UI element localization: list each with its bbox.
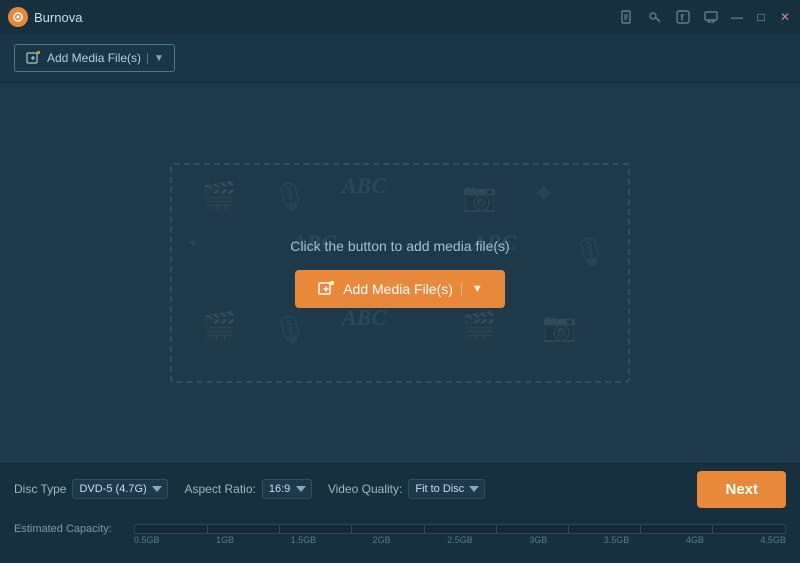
deco-star-1: ✦ (532, 177, 555, 210)
tick-2.5gb: 2.5GB (447, 535, 473, 545)
add-media-center-button[interactable]: Add Media File(s) ▼ (295, 270, 505, 308)
tick-2gb: 2GB (373, 535, 391, 545)
deco-abc-1: ABC (342, 173, 386, 199)
deco-film-3: 🎬 (462, 310, 497, 343)
deco-abc-4: ABC (342, 305, 386, 331)
display-icon[interactable] (702, 8, 720, 26)
video-quality-group: Video Quality: Fit to Disc High Medium L… (328, 479, 486, 499)
deco-star-2: ✦ (187, 235, 199, 252)
svg-text:f: f (681, 13, 685, 23)
dropdown-arrow-center[interactable]: ▼ (461, 283, 483, 295)
disc-type-select[interactable]: DVD-5 (4.7G) DVD-9 (8.5G) BD-25 BD-50 (72, 479, 168, 499)
toolbar: Add Media File(s) ▼ (0, 34, 800, 83)
controls-row: Disc Type DVD-5 (4.7G) DVD-9 (8.5G) BD-2… (0, 464, 800, 514)
capacity-bar (134, 524, 786, 534)
deco-mic-3: 🎙 (272, 313, 308, 346)
aspect-ratio-group: Aspect Ratio: 16:9 4:3 (184, 479, 311, 499)
app-logo (8, 7, 28, 27)
aspect-ratio-select[interactable]: 16:9 4:3 (262, 479, 312, 499)
tick-3gb: 3GB (529, 535, 547, 545)
app-title: Burnova (34, 10, 82, 25)
video-quality-select[interactable]: Fit to Disc High Medium Low (408, 479, 485, 499)
deco-film-1: 🎬 (202, 180, 237, 213)
deco-cam-1: 📷 (462, 180, 497, 213)
tick-1gb: 1GB (216, 535, 234, 545)
close-button[interactable]: ✕ (778, 10, 792, 24)
capacity-row: Estimated Capacity: 0.5GB 1GB 1.5GB 2GB … (0, 514, 800, 544)
title-controls: f — □ ✕ (618, 8, 792, 26)
tick-4gb: 4GB (686, 535, 704, 545)
capacity-label: Estimated Capacity: (14, 523, 124, 535)
tick-4.5gb: 4.5GB (760, 535, 786, 545)
drop-hint: Click the button to add media file(s) (290, 238, 509, 254)
main-content: 🎬 🎙 ABC 📷 ✦ ✦ ABC ABC 🎙 🎬 🎙 ABC 🎬 📷 Clic… (0, 83, 800, 463)
aspect-ratio-label: Aspect Ratio: (184, 482, 255, 496)
capacity-bar-wrapper: 0.5GB 1GB 1.5GB 2GB 2.5GB 3GB 3.5GB 4GB … (134, 524, 786, 534)
tick-0.5gb: 0.5GB (134, 535, 160, 545)
add-media-center-label: Add Media File(s) (343, 281, 453, 297)
social-icon[interactable]: f (674, 8, 692, 26)
capacity-tick-labels: 0.5GB 1GB 1.5GB 2GB 2.5GB 3GB 3.5GB 4GB … (134, 535, 786, 545)
deco-film-2: 🎬 (202, 310, 237, 343)
next-button[interactable]: Next (697, 471, 786, 508)
add-media-top-button[interactable]: Add Media File(s) ▼ (14, 44, 175, 72)
key-icon[interactable] (646, 8, 664, 26)
maximize-button[interactable]: □ (754, 10, 768, 24)
video-quality-label: Video Quality: (328, 482, 403, 496)
bottom-bar: Disc Type DVD-5 (4.7G) DVD-9 (8.5G) BD-2… (0, 463, 800, 563)
add-media-top-label: Add Media File(s) (47, 51, 141, 65)
tick-3.5gb: 3.5GB (604, 535, 630, 545)
title-bar: Burnova f (0, 0, 800, 34)
disc-type-group: Disc Type DVD-5 (4.7G) DVD-9 (8.5G) BD-2… (14, 479, 168, 499)
dropdown-arrow-top[interactable]: ▼ (147, 53, 164, 64)
minimize-button[interactable]: — (730, 10, 744, 24)
disc-type-label: Disc Type (14, 482, 66, 496)
drop-zone[interactable]: 🎬 🎙 ABC 📷 ✦ ✦ ABC ABC 🎙 🎬 🎙 ABC 🎬 📷 Clic… (170, 163, 630, 383)
file-icon[interactable] (618, 8, 636, 26)
deco-mic-1: 🎙 (272, 180, 308, 213)
deco-mic-2: 🎙 (572, 235, 608, 268)
title-left: Burnova (8, 7, 82, 27)
tick-1.5gb: 1.5GB (291, 535, 317, 545)
deco-cam-2: 📷 (542, 310, 577, 343)
